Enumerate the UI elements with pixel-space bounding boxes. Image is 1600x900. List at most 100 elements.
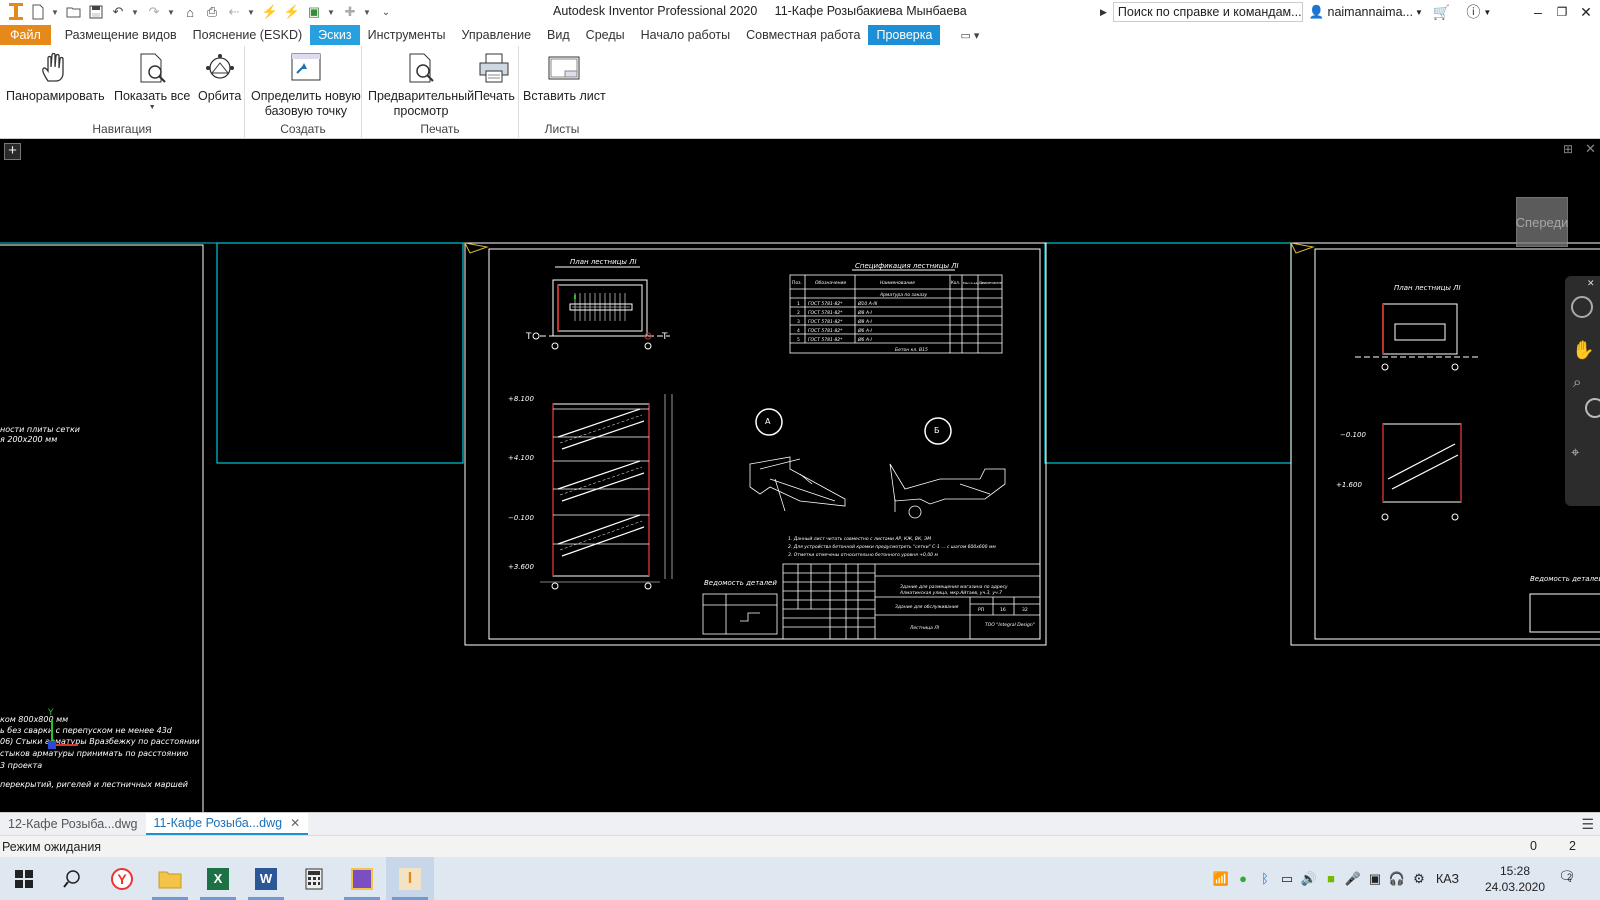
chevron-down-icon[interactable]: ▼ bbox=[130, 8, 140, 17]
add-icon[interactable]: ✚ bbox=[340, 2, 360, 22]
print-preview-label-line2: просмотр bbox=[393, 104, 449, 118]
calculator-button[interactable] bbox=[290, 857, 338, 900]
chevron-down-icon[interactable]: ▼ bbox=[246, 8, 256, 17]
cart-icon[interactable]: 🛒 bbox=[1433, 4, 1450, 21]
orbit-nav-icon[interactable] bbox=[1585, 398, 1600, 418]
tab-environments[interactable]: Среды bbox=[578, 25, 633, 45]
print-button[interactable]: Печать bbox=[474, 50, 515, 104]
drawing-canvas[interactable]: ности плиты сетки я 200х200 мм ком 800х8… bbox=[0, 139, 1600, 812]
clock[interactable]: 15:28 24.03.2020 bbox=[1480, 863, 1550, 895]
orbit-button[interactable]: Орбита bbox=[198, 50, 241, 104]
tab-inspect[interactable]: Проверка bbox=[868, 25, 941, 45]
tab-sketch[interactable]: Эскиз bbox=[310, 25, 360, 45]
spec-row-0-name: Арматура по заказу bbox=[879, 292, 928, 298]
navbar-close-icon[interactable]: ✕ bbox=[1587, 278, 1595, 289]
print-preview-label-line1: Предварительный bbox=[368, 89, 475, 103]
insert-sheet-button[interactable]: Вставить лист bbox=[523, 50, 606, 104]
update-icon[interactable]: ⚡ bbox=[260, 2, 280, 22]
doc-tab-11[interactable]: 11-Кафе Розыба...dwg ✕ bbox=[145, 813, 309, 835]
zoom-icon[interactable]: ⌕ bbox=[1573, 374, 1581, 391]
redo-icon[interactable]: ↷ bbox=[144, 2, 164, 22]
tab-tools[interactable]: Инструменты bbox=[360, 25, 454, 45]
define-base-point-button[interactable]: Определить новую базовую точку bbox=[251, 50, 361, 119]
chevron-down-icon[interactable]: ▼ bbox=[149, 104, 156, 111]
help-icon[interactable]: ⓘ bbox=[1466, 2, 1480, 22]
tab-manage[interactable]: Управление bbox=[454, 25, 540, 45]
base-point-label-line1: Определить новую bbox=[251, 89, 361, 103]
canvas-close-icon[interactable]: ✕ bbox=[1585, 141, 1596, 157]
steering-wheel-icon[interactable] bbox=[1571, 296, 1593, 318]
file-explorer-button[interactable] bbox=[146, 857, 194, 900]
spec-row-5-name: Ø6 A-I bbox=[857, 336, 873, 343]
headset-icon[interactable]: 🎧 bbox=[1386, 868, 1408, 890]
help-search-input[interactable]: Поиск по справке и командам... bbox=[1112, 2, 1303, 22]
viewport-box-2[interactable] bbox=[1044, 242, 1292, 464]
pan-button[interactable]: Панорамировать bbox=[6, 50, 105, 104]
yandex-browser-button[interactable]: Y bbox=[98, 857, 146, 900]
tab-view[interactable]: Вид bbox=[539, 25, 578, 45]
tab-file[interactable]: Файл bbox=[0, 25, 51, 45]
viewport-box-1[interactable] bbox=[216, 242, 464, 464]
update-tray-icon[interactable]: ● bbox=[1232, 868, 1254, 890]
chevron-down-icon[interactable]: ▼ bbox=[166, 8, 176, 17]
rebuild-icon[interactable]: ⚡ bbox=[282, 2, 302, 22]
microphone-icon[interactable]: 🎤 bbox=[1342, 868, 1364, 890]
chevron-down-icon[interactable]: ▼ bbox=[1483, 8, 1491, 17]
inventor-logo-icon[interactable] bbox=[6, 2, 26, 22]
yandex-icon: Y bbox=[111, 867, 133, 890]
display-icon[interactable]: ▣ bbox=[1364, 868, 1386, 890]
language-indicator[interactable]: КАЗ bbox=[1436, 872, 1459, 886]
chevron-down-icon[interactable]: ▼ bbox=[50, 8, 60, 17]
minimize-button[interactable]: – bbox=[1526, 2, 1550, 22]
close-tab-icon[interactable]: ✕ bbox=[290, 816, 300, 830]
nvidia-icon[interactable]: ■ bbox=[1320, 868, 1342, 890]
tab-collaborate[interactable]: Совместная работа bbox=[738, 25, 868, 45]
tab-annotate[interactable]: Пояснение (ESKD) bbox=[185, 25, 311, 45]
viewcube[interactable]: Спереди bbox=[1516, 197, 1568, 247]
spec-row-1-name: Ø10 A-III bbox=[857, 300, 878, 307]
chevron-down-icon[interactable]: ▼ bbox=[326, 8, 336, 17]
new-file-icon[interactable] bbox=[28, 2, 48, 22]
print-icon[interactable]: ⎙ bbox=[202, 2, 222, 22]
ribbon-options-icon[interactable]: ▭ ▾ bbox=[960, 29, 979, 42]
network-icon[interactable]: 📶 bbox=[1210, 868, 1232, 890]
search-button[interactable] bbox=[48, 857, 96, 900]
window-tile-icon[interactable]: ⊞ bbox=[1563, 142, 1573, 156]
add-tab-button[interactable]: + bbox=[4, 143, 21, 160]
tab-get-started[interactable]: Начало работы bbox=[633, 25, 738, 45]
user-menu[interactable]: 👤 naimannaima... ▼ bbox=[1309, 5, 1423, 20]
tabs-menu-icon[interactable]: ☰ bbox=[1581, 816, 1594, 833]
base-point-icon bbox=[288, 50, 324, 86]
print-preview-button[interactable]: Предварительный просмотр bbox=[368, 50, 474, 119]
word-button[interactable]: W bbox=[242, 857, 290, 900]
chevron-down-icon[interactable]: ▼ bbox=[362, 8, 372, 17]
volume-icon[interactable]: 🔊 bbox=[1298, 868, 1320, 890]
notification-center[interactable]: 🗨 2 bbox=[1558, 868, 1576, 885]
rebar-table bbox=[702, 593, 778, 635]
look-icon[interactable]: ⌖ bbox=[1571, 444, 1579, 461]
save-icon[interactable] bbox=[86, 2, 106, 22]
settings-tray-icon[interactable]: ⚙ bbox=[1408, 868, 1430, 890]
tab-place-views[interactable]: Размещение видов bbox=[57, 25, 185, 45]
inventor-taskbar-button[interactable]: I bbox=[386, 857, 434, 900]
zoom-all-button[interactable]: Показать все ▼ bbox=[114, 50, 190, 111]
visual-studio-button[interactable] bbox=[338, 857, 386, 900]
user-name: naimannaima... bbox=[1327, 5, 1413, 19]
undo-icon[interactable]: ↶ bbox=[108, 2, 128, 22]
restore-button[interactable]: ❐ bbox=[1550, 2, 1574, 22]
select-icon[interactable]: ▣ bbox=[304, 2, 324, 22]
main-sheet[interactable]: План лестницы ЛI Т Т +8.100 +4.100 −0.10… bbox=[464, 242, 1047, 646]
home-icon[interactable]: ⌂ bbox=[180, 2, 200, 22]
customize-icon[interactable]: ⌄ bbox=[376, 2, 396, 22]
excel-button[interactable]: X bbox=[194, 857, 242, 900]
pan-hand-icon[interactable]: ✋ bbox=[1572, 340, 1594, 361]
open-folder-icon[interactable] bbox=[64, 2, 84, 22]
battery-icon[interactable]: ▭ bbox=[1276, 868, 1298, 890]
doc-tab-12[interactable]: 12-Кафе Розыба...dwg bbox=[0, 813, 146, 835]
bluetooth-icon[interactable]: ᛒ bbox=[1254, 868, 1276, 890]
search-arrow-icon[interactable]: ▶ bbox=[1100, 7, 1107, 18]
close-button[interactable]: ✕ bbox=[1574, 2, 1598, 22]
right-sheet[interactable]: План лестницы ЛI −0.100 +1.600 Ведомость… bbox=[1290, 242, 1600, 646]
return-icon[interactable]: ⇠ bbox=[224, 2, 244, 22]
start-button[interactable] bbox=[0, 857, 48, 900]
